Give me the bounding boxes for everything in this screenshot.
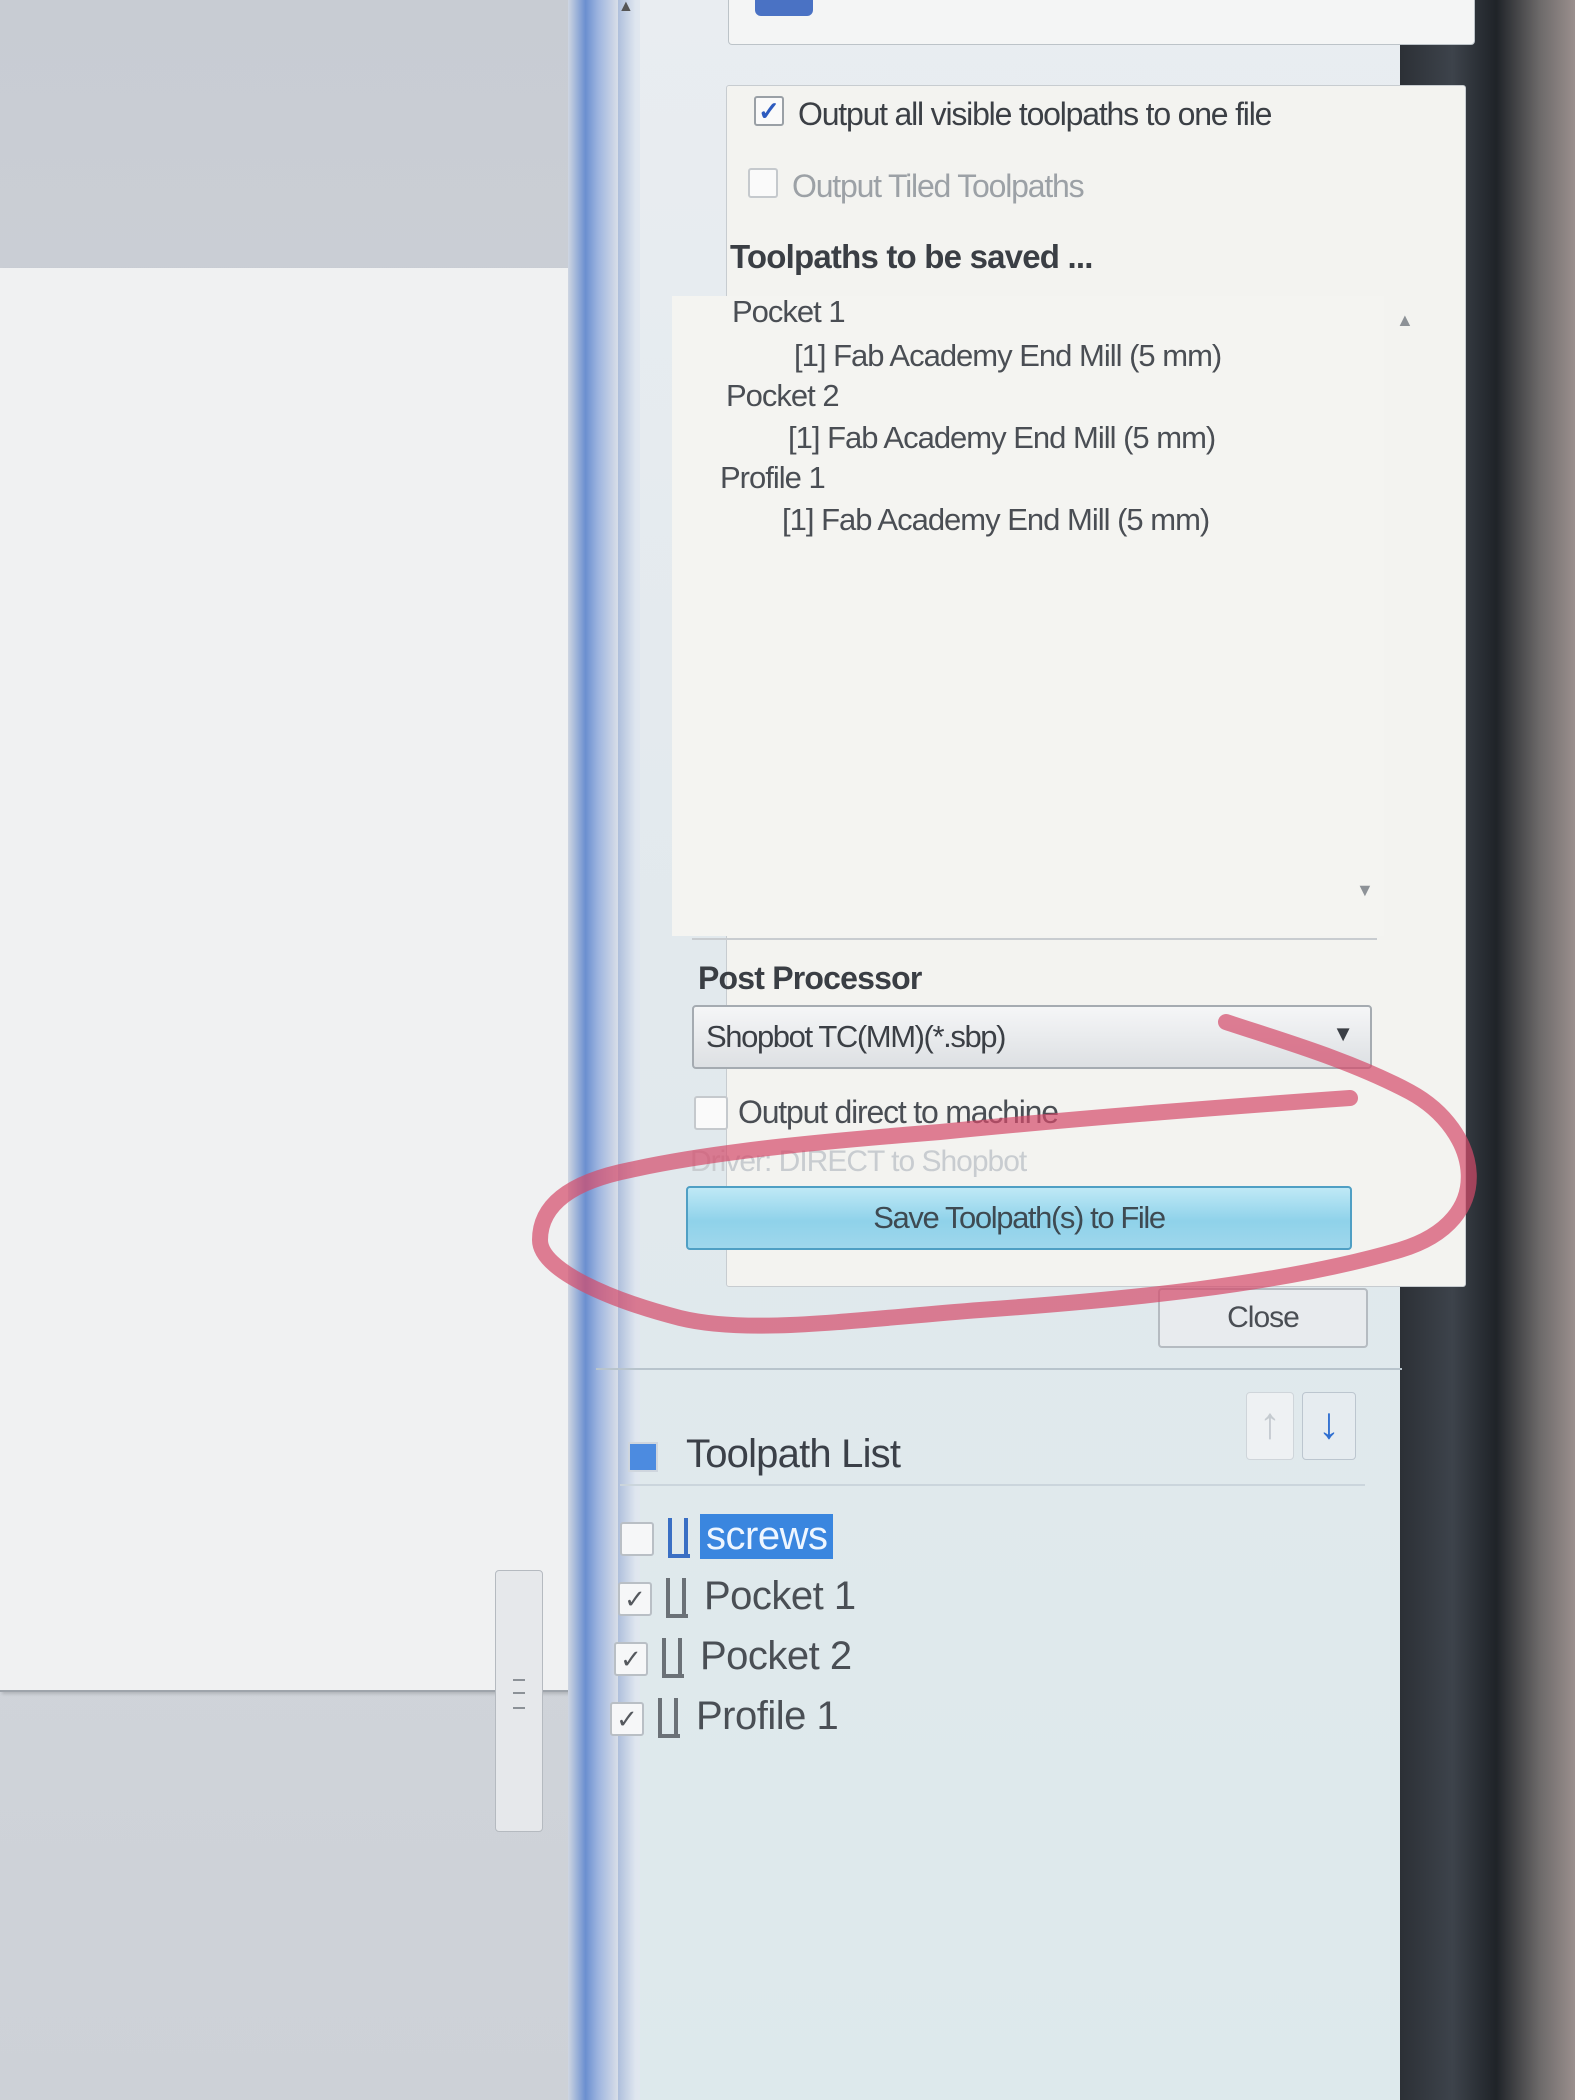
post-processor-header: Post Processor <box>698 960 922 996</box>
vertical-scrollbar[interactable] <box>495 1570 543 1832</box>
list-scroll-down-icon[interactable]: ▼ <box>1356 880 1374 901</box>
arrow-down-icon[interactable]: ↓ <box>1302 1392 1356 1460</box>
toolpath-list-icon <box>628 1442 658 1472</box>
divider <box>596 1368 1402 1370</box>
panel-top-strip <box>728 0 1475 45</box>
toolpath-icon <box>755 0 813 16</box>
list-item: Pocket 2 <box>726 378 840 413</box>
list-item-tool: [1] Fab Academy End Mill (5 mm) <box>794 338 1222 373</box>
output-tiled-checkbox[interactable] <box>748 168 778 198</box>
end-mill-tool-icon <box>660 1638 686 1678</box>
output-all-label: Output all visible toolpaths to one file <box>798 96 1272 132</box>
list-item: Pocket 1 <box>732 294 846 329</box>
toolpath-checkbox[interactable]: ✓ <box>610 1702 644 1736</box>
toolpath-checkbox[interactable]: ✓ <box>618 1582 652 1616</box>
toolpath-name: Profile 1 <box>696 1694 839 1738</box>
list-item-tool: [1] Fab Academy End Mill (5 mm) <box>788 420 1216 455</box>
toolpath-name: Pocket 2 <box>700 1634 852 1678</box>
list-item: Profile 1 <box>720 460 826 495</box>
end-mill-tool-icon <box>666 1518 692 1558</box>
toolpath-name: screws <box>700 1514 834 1559</box>
toolpaths-to-save-header: Toolpaths to be saved ... <box>730 238 1093 275</box>
drawing-canvas[interactable] <box>0 268 587 1692</box>
toolpath-list-title: Toolpath List <box>686 1432 901 1476</box>
output-tiled-label: Output Tiled Toolpaths <box>792 168 1085 204</box>
output-all-checkbox[interactable]: ✓ <box>754 96 784 126</box>
end-mill-tool-icon <box>664 1578 690 1618</box>
divider <box>692 938 1377 940</box>
list-scroll-up-icon[interactable]: ▲ <box>1396 310 1414 331</box>
divider <box>620 1484 1365 1486</box>
scrollbar-grip[interactable] <box>513 1679 525 1709</box>
highlight-annotation <box>531 1014 1477 1334</box>
end-mill-tool-icon <box>656 1698 682 1738</box>
toolpath-name: Pocket 1 <box>704 1574 856 1618</box>
list-item-tool: [1] Fab Academy End Mill (5 mm) <box>782 502 1210 537</box>
toolpath-checkbox[interactable]: ✓ <box>614 1642 648 1676</box>
arrow-up-icon[interactable]: ↑ <box>1246 1392 1294 1460</box>
toolpath-checkbox[interactable] <box>620 1522 654 1556</box>
